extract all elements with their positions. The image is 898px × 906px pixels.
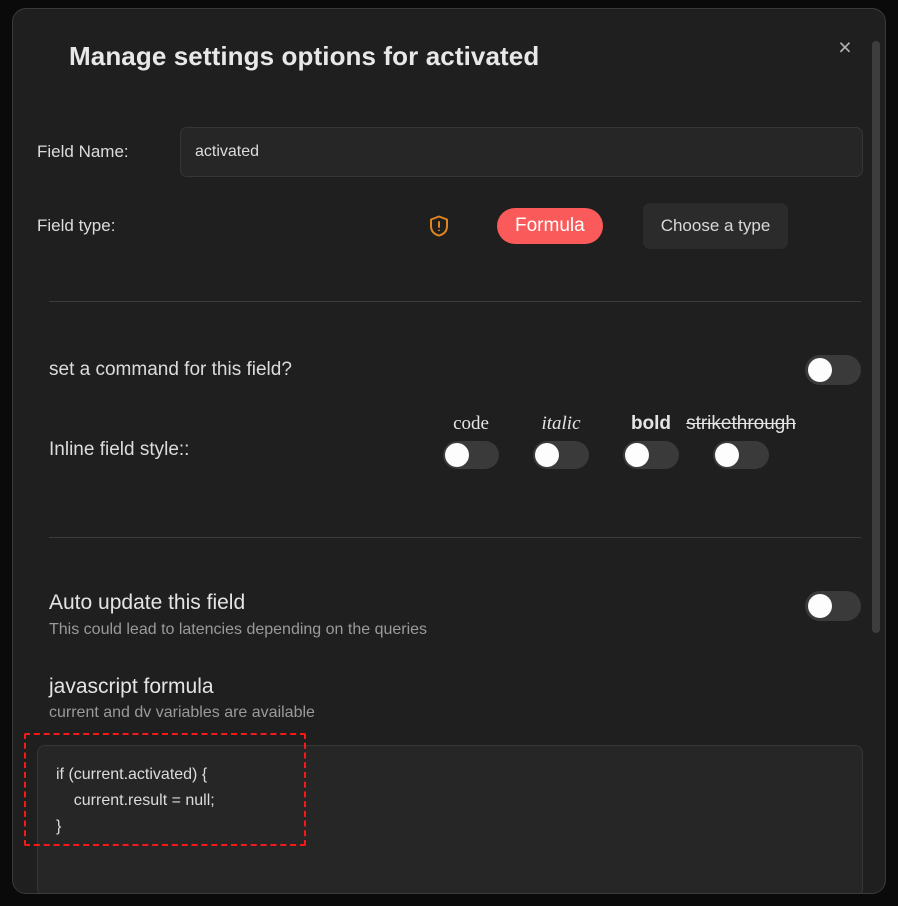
inline-style-label-strikethrough: strikethrough: [686, 413, 796, 434]
field-name-row: Field Name:: [37, 127, 863, 177]
set-command-label: set a command for this field?: [49, 359, 292, 380]
divider: [49, 301, 861, 302]
inline-style-label: Inline field style::: [49, 439, 190, 460]
auto-update-toggle[interactable]: [805, 591, 861, 621]
inline-style-row: Inline field style:: code italic bold st…: [49, 413, 861, 483]
code-line: current.result = null;: [56, 792, 215, 809]
formula-description: current and dv variables are available: [49, 704, 315, 721]
auto-update-text: Auto update this field This could lead t…: [49, 591, 427, 639]
toggle-knob: [445, 443, 469, 467]
inline-style-toggle-group: code italic bold strikethrough: [441, 413, 796, 469]
inline-style-option-italic: italic: [531, 413, 591, 469]
inline-style-label-italic: italic: [541, 413, 581, 434]
inline-style-toggle-italic[interactable]: [533, 441, 589, 469]
inline-style-label-code: code: [453, 413, 489, 434]
modal-scrollbar-thumb[interactable]: [872, 41, 880, 633]
code-line: if (current.activated) {: [56, 766, 208, 783]
auto-update-heading: Auto update this field: [49, 591, 246, 614]
inline-style-option-bold: bold: [621, 413, 681, 469]
formula-heading: javascript formula: [49, 675, 214, 698]
close-icon[interactable]: ×: [825, 27, 865, 67]
field-type-label: Field type:: [37, 216, 116, 235]
page-title: Manage settings options for activated: [69, 41, 540, 71]
choose-a-type-button[interactable]: Choose a type: [642, 203, 789, 249]
inline-style-toggle-strikethrough[interactable]: [713, 441, 769, 469]
field-type-badge[interactable]: Formula: [497, 208, 603, 244]
auto-update-row: Auto update this field This could lead t…: [49, 591, 861, 639]
screen: Manage settings options for activated × …: [0, 0, 898, 906]
set-command-toggle[interactable]: [805, 355, 861, 385]
divider: [49, 537, 861, 538]
modal-scrollbar-track[interactable]: [872, 19, 883, 885]
inline-style-option-code: code: [441, 413, 501, 469]
toggle-knob: [625, 443, 649, 467]
field-name-label: Field Name:: [37, 142, 129, 161]
toggle-knob: [808, 358, 832, 382]
field-type-row: Field type: Formula Choose a type: [37, 201, 863, 251]
formula-code-editor[interactable]: if (current.activated) { current.result …: [37, 745, 863, 893]
inline-style-toggle-code[interactable]: [443, 441, 499, 469]
toggle-knob: [715, 443, 739, 467]
set-command-row: set a command for this field?: [49, 353, 861, 387]
field-name-input[interactable]: [180, 127, 863, 177]
code-line: }: [56, 818, 62, 835]
inline-style-toggle-bold[interactable]: [623, 441, 679, 469]
inline-style-option-strikethrough: strikethrough: [686, 413, 796, 469]
auto-update-description: This could lead to latencies depending o…: [49, 621, 428, 638]
settings-modal: Manage settings options for activated × …: [12, 8, 886, 894]
shield-exclamation-icon: [427, 214, 451, 238]
formula-heading-block: javascript formula current and dv variab…: [49, 675, 861, 722]
inline-style-label-bold: bold: [630, 413, 672, 434]
toggle-knob: [535, 443, 559, 467]
toggle-knob: [808, 594, 832, 618]
